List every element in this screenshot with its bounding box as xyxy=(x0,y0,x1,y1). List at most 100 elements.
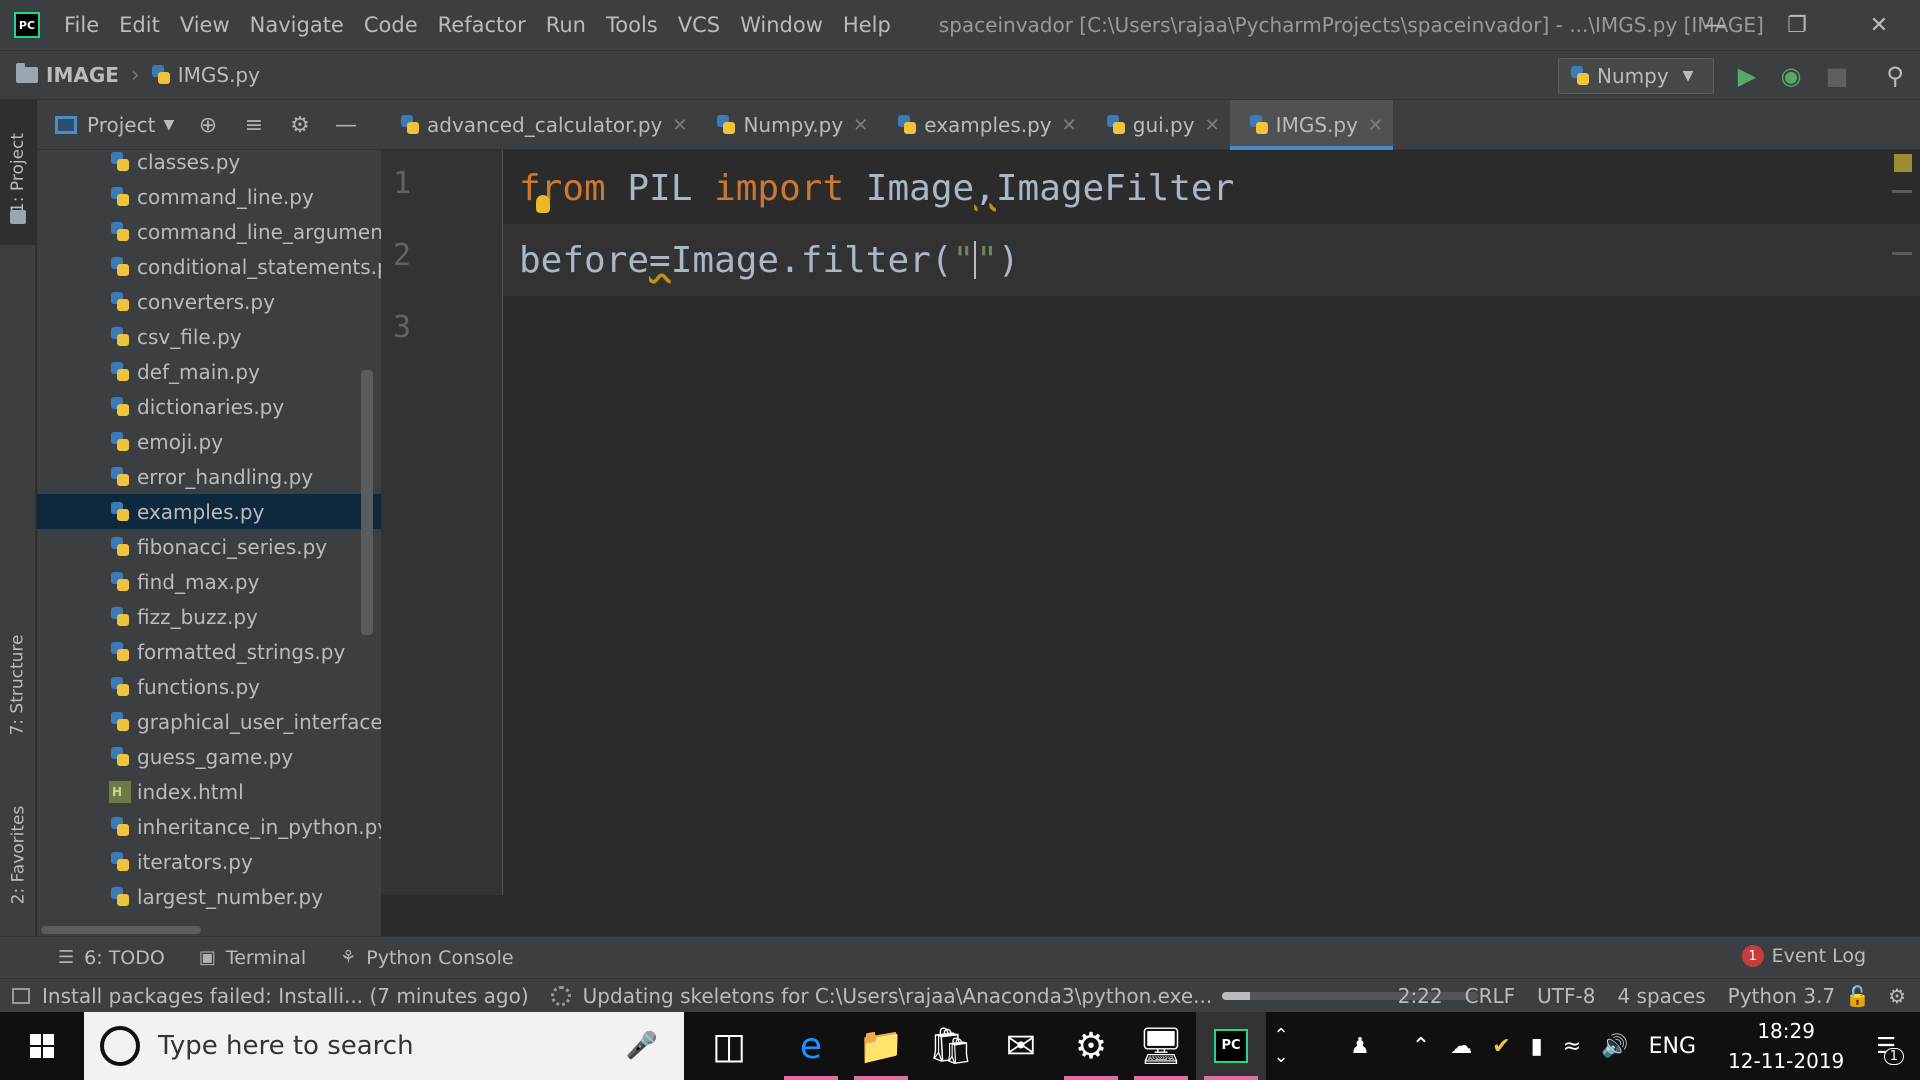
search-icon[interactable]: ⚲ xyxy=(1880,61,1910,91)
show-hidden-icons-chevron-up-icon[interactable]: ⌃ xyxy=(1412,1034,1430,1059)
toggle-tool-windows-icon[interactable] xyxy=(12,987,30,1004)
tree-item[interactable]: index.html xyxy=(37,774,381,809)
clock[interactable]: 18:29 12-11-2019 xyxy=(1728,1016,1844,1076)
error-stripe-marker[interactable] xyxy=(1892,190,1912,193)
stop-icon[interactable]: ■ xyxy=(1822,61,1852,91)
tree-item[interactable]: conditional_statements.py xyxy=(37,249,381,284)
close-icon[interactable]: ✕ xyxy=(1062,115,1077,136)
close-window-button[interactable]: ✕ xyxy=(1838,0,1920,50)
edge-browser-icon[interactable]: e xyxy=(776,1012,846,1080)
tab-imgs-active[interactable]: IMGS.py ✕ xyxy=(1229,100,1394,150)
task-view-icon[interactable]: ◫ xyxy=(694,1012,764,1080)
file-explorer-icon[interactable]: 📁 xyxy=(846,1012,916,1080)
code-line-1[interactable]: from PIL import Image, ImageFilter xyxy=(503,152,1920,224)
gear-icon[interactable]: ⚙ xyxy=(287,112,313,138)
tree-horizontal-scrollbar[interactable] xyxy=(41,926,201,934)
collapse-all-icon[interactable]: ≡ xyxy=(241,112,267,138)
background-task[interactable]: Updating skeletons for C:\Users\rajaa\An… xyxy=(550,984,1479,1008)
tree-item[interactable]: command_line.py xyxy=(37,179,381,214)
project-view-select[interactable]: Project ▼ xyxy=(55,113,174,137)
menu-vcs[interactable]: VCS xyxy=(668,13,730,37)
code-line-2-current[interactable]: before = Image.filter(" ") xyxy=(503,224,1920,296)
menu-window[interactable]: Window xyxy=(730,13,833,37)
locate-file-icon[interactable]: ⊕ xyxy=(195,112,221,138)
menu-code[interactable]: Code xyxy=(354,13,428,37)
onedrive-cloud-icon[interactable]: ☁ xyxy=(1450,1034,1472,1059)
tree-item[interactable]: def_main.py xyxy=(37,354,381,389)
event-log-button[interactable]: 1 Event Log xyxy=(1741,945,1866,967)
tree-item[interactable]: csv_file.py xyxy=(37,319,381,354)
close-icon[interactable]: ✕ xyxy=(1205,115,1220,136)
taskbar-scroll-icon[interactable]: ⌃ ⌄ xyxy=(1266,1012,1296,1080)
norton-icon[interactable]: ✔ xyxy=(1492,1034,1510,1059)
wifi-icon[interactable]: ≈ xyxy=(1563,1034,1581,1059)
terminal-tool-button[interactable]: ▣ Terminal xyxy=(199,947,306,969)
tree-item[interactable]: error_handling.py xyxy=(37,459,381,494)
tree-item[interactable]: inheritance_in_python.py xyxy=(37,809,381,844)
tab-numpy[interactable]: Numpy.py ✕ xyxy=(697,100,878,150)
remote-desktop-icon[interactable]: 🖥 xyxy=(1126,1012,1196,1080)
tree-vertical-scrollbar[interactable] xyxy=(361,370,373,635)
menu-navigate[interactable]: Navigate xyxy=(240,13,354,37)
intention-lightbulb-icon[interactable] xyxy=(536,195,550,213)
menu-run[interactable]: Run xyxy=(536,13,596,37)
tree-item[interactable]: fizz_buzz.py xyxy=(37,599,381,634)
tree-item[interactable]: find_max.py xyxy=(37,564,381,599)
taskbar-search-box[interactable]: Type here to search 🎤 xyxy=(84,1012,684,1080)
status-message[interactable]: Install packages failed: Installi... (7 … xyxy=(12,984,529,1008)
tool-window-structure[interactable]: 7: Structure xyxy=(0,610,36,760)
run-configuration-select[interactable]: Numpy ▼ xyxy=(1558,58,1714,94)
debug-bug-icon[interactable]: ◉ xyxy=(1776,61,1806,91)
menu-tools[interactable]: Tools xyxy=(596,13,668,37)
todo-tool-button[interactable]: ☰ 6: TODO xyxy=(58,947,165,969)
tree-item[interactable]: guess_game.py xyxy=(37,739,381,774)
restore-button[interactable]: ❐ xyxy=(1756,0,1838,50)
tree-item[interactable]: emoji.py xyxy=(37,424,381,459)
file-encoding[interactable]: UTF-8 xyxy=(1537,984,1595,1008)
caret-position[interactable]: 2:22 xyxy=(1398,984,1443,1008)
error-stripe-marker[interactable] xyxy=(1892,252,1912,255)
store-icon[interactable]: 🛍 xyxy=(916,1012,986,1080)
tree-item[interactable]: converters.py xyxy=(37,284,381,319)
tree-item[interactable]: command_line_arguments xyxy=(37,214,381,249)
battery-icon[interactable]: ▮ xyxy=(1531,1034,1543,1059)
menu-view[interactable]: View xyxy=(170,13,240,37)
notification-center-icon[interactable]: ☰ 1 xyxy=(1876,1034,1904,1065)
breadcrumb-project[interactable]: IMAGE xyxy=(46,63,119,87)
tree-item[interactable]: fibonacci_series.py xyxy=(37,529,381,564)
python-interpreter[interactable]: Python 3.7 xyxy=(1728,984,1836,1008)
close-icon[interactable]: ✕ xyxy=(1368,115,1383,136)
memory-indicator-icon[interactable]: ⚙ xyxy=(1888,984,1906,1008)
unlock-icon[interactable]: 🔓 xyxy=(1845,984,1870,1008)
tree-item[interactable]: iterators.py xyxy=(37,844,381,879)
tree-item[interactable]: functions.py xyxy=(37,669,381,704)
settings-gear-icon[interactable]: ⚙ xyxy=(1056,1012,1126,1080)
menu-edit[interactable]: Edit xyxy=(109,13,170,37)
hide-panel-icon[interactable]: — xyxy=(333,112,359,138)
breadcrumb-file[interactable]: IMGS.py xyxy=(178,63,260,87)
start-button[interactable] xyxy=(0,1012,84,1080)
run-icon[interactable]: ▶ xyxy=(1732,61,1762,91)
minimize-button[interactable]: — xyxy=(1674,0,1756,50)
code-editor[interactable]: 1 2 3 from PIL import Image, ImageFilter … xyxy=(381,150,1920,895)
tree-item[interactable]: formatted_strings.py xyxy=(37,634,381,669)
tab-advanced-calculator[interactable]: advanced_calculator.py ✕ xyxy=(381,100,697,150)
tree-item-selected[interactable]: examples.py xyxy=(37,494,381,529)
menu-file[interactable]: File xyxy=(54,13,109,37)
volume-icon[interactable]: 🔊 xyxy=(1601,1034,1628,1059)
people-icon[interactable]: ♟ xyxy=(1350,1034,1370,1059)
pycharm-taskbar-icon[interactable]: PC xyxy=(1196,1012,1266,1080)
indent-setting[interactable]: 4 spaces xyxy=(1617,984,1705,1008)
tree-item[interactable]: dictionaries.py xyxy=(37,389,381,424)
language-indicator[interactable]: ENG xyxy=(1649,1034,1696,1059)
tree-item[interactable]: classes.py xyxy=(37,150,381,179)
tab-gui[interactable]: gui.py ✕ xyxy=(1087,100,1230,150)
tab-examples[interactable]: examples.py ✕ xyxy=(878,100,1087,150)
menu-refactor[interactable]: Refactor xyxy=(428,13,536,37)
mail-icon[interactable]: ✉ xyxy=(986,1012,1056,1080)
close-icon[interactable]: ✕ xyxy=(672,115,687,136)
close-icon[interactable]: ✕ xyxy=(853,115,868,136)
tool-window-favorites[interactable]: 2: Favorites xyxy=(0,780,36,930)
tree-item[interactable]: largest_number.py xyxy=(37,879,381,914)
menu-help[interactable]: Help xyxy=(833,13,901,37)
